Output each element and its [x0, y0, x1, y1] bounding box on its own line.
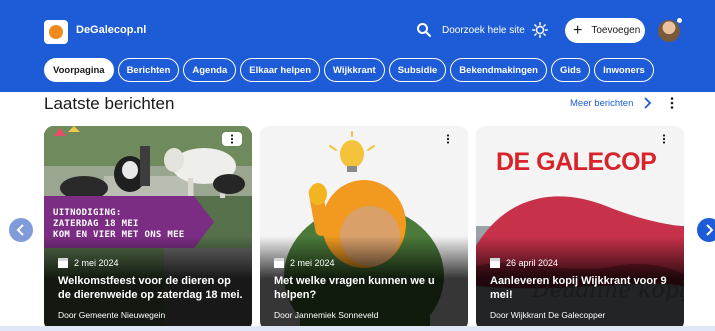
- card-author: Door Jannemiek Sonneveld: [274, 310, 379, 320]
- notification-dot-icon: [676, 17, 683, 24]
- logo-mark-icon: [49, 25, 63, 39]
- search-icon[interactable]: [416, 22, 432, 38]
- card-author: Door Wijkkrant De Galecopper: [490, 310, 606, 320]
- nav-tab-agenda[interactable]: Agenda: [183, 58, 237, 82]
- plus-icon: +: [573, 21, 583, 39]
- nav-tab-berichten[interactable]: Berichten: [117, 58, 180, 82]
- card-date: 2 mei 2024: [58, 258, 119, 268]
- nav-tab-inwoners[interactable]: Inwoners: [594, 58, 654, 82]
- card-title[interactable]: Welkomstfeest voor de dieren op de diere…: [58, 274, 246, 302]
- main-nav: Voorpagina Berichten Agenda Elkaar helpe…: [44, 58, 654, 82]
- calendar-icon: [274, 258, 284, 268]
- theme-toggle-sun-icon[interactable]: [532, 22, 548, 38]
- site-logo[interactable]: [44, 20, 68, 44]
- chevron-left-icon: [16, 224, 24, 236]
- nav-tab-gids[interactable]: Gids: [550, 58, 591, 82]
- card-date: 26 april 2024: [490, 258, 558, 268]
- section-title: Laatste berichten: [44, 94, 175, 113]
- add-button[interactable]: + Toevoegen: [565, 18, 645, 43]
- carousel-prev-button[interactable]: [9, 218, 33, 242]
- card-title[interactable]: Aanleveren kopij Wijkkrant voor 9 mei!: [490, 274, 678, 302]
- news-card-vragen[interactable]: 2 mei 2024 Met welke vragen kunnen we u …: [260, 126, 468, 331]
- news-card-welkomstfeest[interactable]: UITNODIGING: ZATERDAG 18 MEI KOM EN VIER…: [44, 126, 252, 331]
- add-button-label: Toevoegen: [591, 25, 641, 36]
- card-more-options-icon[interactable]: [438, 132, 458, 146]
- nav-tab-bekendmakingen[interactable]: Bekendmakingen: [450, 58, 547, 82]
- card-more-options-icon[interactable]: [222, 132, 242, 146]
- site-name[interactable]: DeGalecop.nl: [76, 24, 146, 36]
- nav-tab-subsidie[interactable]: Subsidie: [388, 58, 447, 82]
- bottom-edge: [0, 326, 715, 331]
- site-header: DeGalecop.nl Doorzoek hele site + Toevoe…: [0, 0, 715, 92]
- section-more-options-icon[interactable]: [668, 96, 676, 110]
- card-date: 2 mei 2024: [274, 258, 335, 268]
- galecop-image-heading: DE GALECOP: [496, 148, 657, 176]
- nav-tab-wijkkrant[interactable]: Wijkkrant: [324, 58, 385, 82]
- carousel-next-button[interactable]: [697, 218, 715, 242]
- chevron-right-icon[interactable]: [642, 96, 652, 110]
- nav-tab-elkaar-helpen[interactable]: Elkaar helpen: [240, 58, 321, 82]
- card-more-options-icon[interactable]: [654, 132, 674, 146]
- card-author: Door Gemeente Nieuwegein: [58, 310, 166, 320]
- chevron-right-icon: [706, 224, 714, 236]
- card-title[interactable]: Met welke vragen kunnen we u helpen?: [274, 274, 462, 302]
- nav-tab-voorpagina[interactable]: Voorpagina: [44, 58, 114, 82]
- search-label[interactable]: Doorzoek hele site: [442, 25, 525, 36]
- calendar-icon: [58, 258, 68, 268]
- calendar-icon: [490, 258, 500, 268]
- more-posts-link[interactable]: Meer berichten: [570, 98, 633, 109]
- news-card-kopij-wijkkrant[interactable]: DE GALECOP Deadline kopij 26 april 2024 …: [476, 126, 684, 331]
